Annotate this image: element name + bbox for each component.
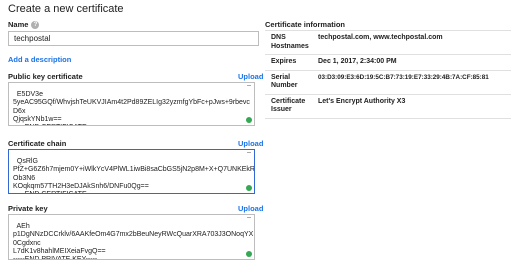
name-input[interactable]: techpostal (8, 31, 259, 46)
valid-status-icon (246, 117, 252, 123)
name-label-text: Name (8, 20, 29, 29)
add-description-link[interactable]: Add a description (8, 55, 71, 64)
info-key: Certificate Issuer (271, 97, 306, 114)
chain-textarea[interactable]: QsRlG PfZ+G6Z6h7mjem0Y+iWlkYcV4PlWL1iwBi… (8, 149, 255, 194)
private-key-label: Private key (8, 204, 48, 213)
public-key-scrollbar[interactable] (246, 85, 252, 123)
info-key: Expires (271, 58, 297, 65)
info-key: DNS Hostnames (271, 34, 309, 50)
chain-text: QsRlG PfZ+G6Z6h7mjem0Y+iWlkYcV4PlWL1iwBi… (13, 158, 255, 193)
page-title: Create a new certificate (8, 3, 124, 15)
info-row-expires: Expires Dec 1, 2017, 2:34:00 PM (265, 55, 511, 71)
info-value: techpostal.com, www.techpostal.com (318, 34, 443, 41)
name-label: Name ? (8, 20, 40, 29)
private-key-upload-button[interactable]: Upload (238, 204, 263, 213)
certificate-info-table: DNS Hostnames techpostal.com, www.techpo… (265, 30, 511, 119)
chain-scrollbar[interactable] (246, 152, 252, 191)
public-key-upload-button[interactable]: Upload (238, 72, 263, 81)
info-row-dns: DNS Hostnames techpostal.com, www.techpo… (265, 31, 511, 55)
info-value: Let's Encrypt Authority X3 (318, 97, 406, 105)
info-value: 03:D3:09:E3:6D:19:5C:B7:73:19:E7:33:29:4… (318, 73, 489, 81)
chain-upload-button[interactable]: Upload (238, 139, 263, 148)
info-row-issuer: Certificate Issuer Let's Encrypt Authori… (265, 95, 511, 119)
public-key-label: Public key certificate (8, 72, 83, 81)
private-key-textarea[interactable]: AEh p1DgNNzDCCrklv/6AAKfeOm4G7mx2bBeuNey… (8, 214, 255, 260)
scroll-up-icon (247, 152, 251, 157)
info-key: Serial Number (271, 73, 298, 90)
scroll-up-icon (247, 85, 251, 90)
private-key-scrollbar[interactable] (246, 217, 252, 257)
info-row-serial: Serial Number 03:D3:09:E3:6D:19:5C:B7:73… (265, 71, 511, 95)
chain-label: Certificate chain (8, 139, 67, 148)
private-key-text: AEh p1DgNNzDCCrklv/6AAKfeOm4G7mx2bBeuNey… (13, 223, 254, 260)
valid-status-icon (246, 251, 252, 257)
public-key-textarea[interactable]: E5DV3e 5yeAC95GQf/WhvjshTeUKVJIAm4t2Pd89… (8, 82, 255, 126)
info-value: Dec 1, 2017, 2:34:00 PM (318, 58, 397, 65)
certificate-info-title: Certificate information (265, 20, 346, 29)
public-key-text: E5DV3e 5yeAC95GQf/WhvjshTeUKVJIAm4t2Pd89… (13, 91, 250, 125)
scroll-up-icon (247, 217, 251, 222)
help-icon[interactable]: ? (31, 20, 40, 29)
valid-status-icon (246, 185, 252, 191)
